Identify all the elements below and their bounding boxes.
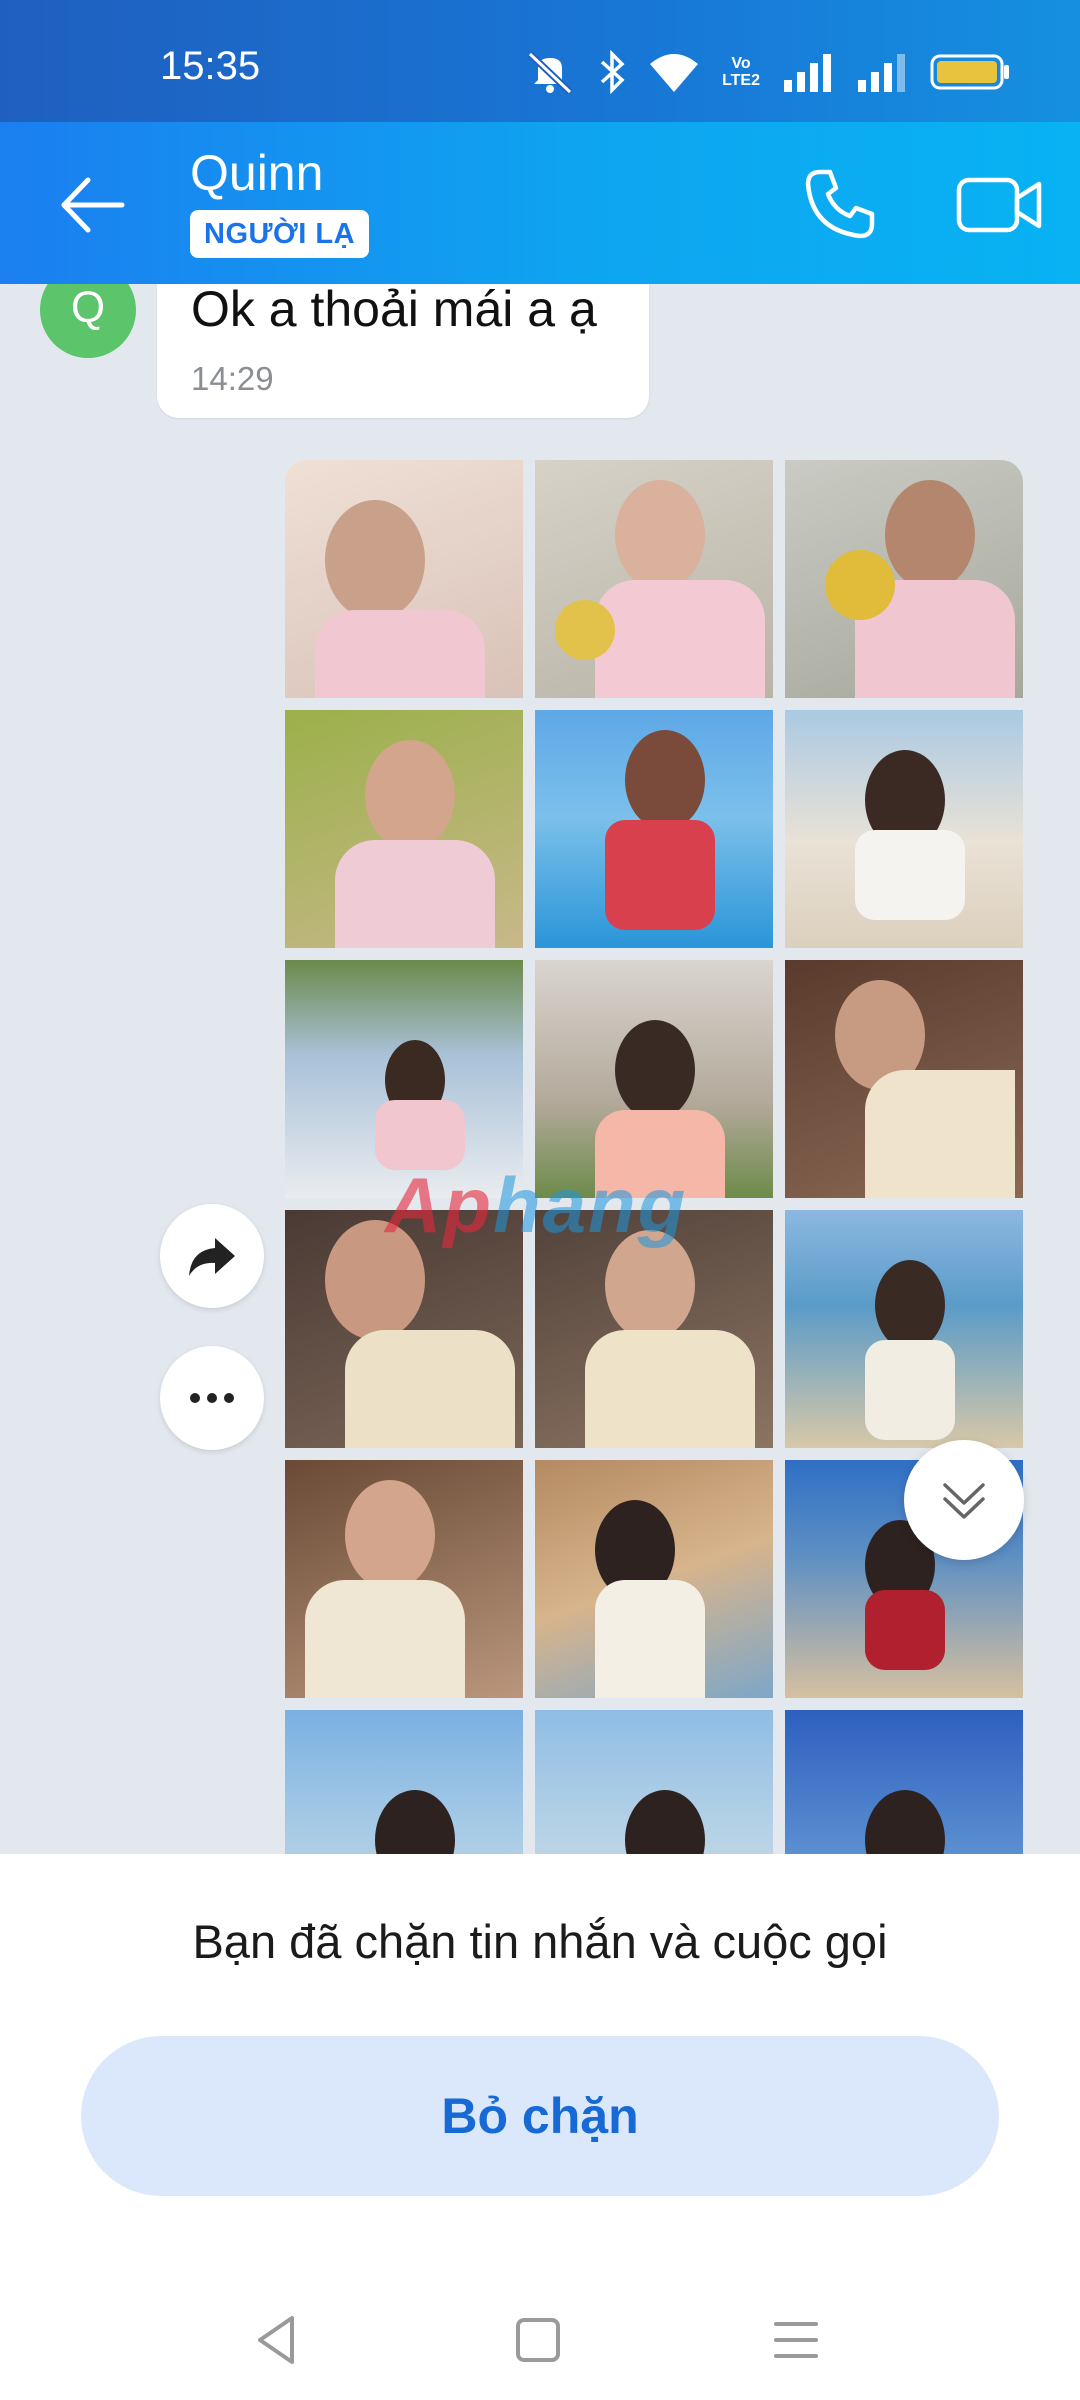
status-bar: 15:35 Vo LTE2 [0,0,1080,122]
unblock-button[interactable]: Bỏ chặn [81,2036,999,2196]
photo-thumbnail[interactable] [785,460,1023,698]
volte-label-bottom: LTE2 [722,72,760,89]
nav-back-button[interactable] [250,2310,310,2370]
status-time: 15:35 [160,44,261,88]
message-text: Ok a thoải mái a ạ [191,284,597,337]
photo-thumbnail[interactable] [785,960,1023,1198]
status-icons: Vo LTE2 [524,44,1010,100]
watermark-part-2: hang [492,1161,688,1249]
mute-icon [527,51,573,94]
message-bubble[interactable]: Ok a thoải mái a ạ 14:29 [157,284,649,418]
photo-thumbnail[interactable] [285,1460,523,1698]
photo-thumbnail[interactable] [785,1210,1023,1448]
photo-thumbnail[interactable] [535,460,773,698]
photo-thumbnail[interactable] [285,710,523,948]
phone-icon [805,169,875,239]
nav-home-icon [516,2318,560,2362]
video-call-icon [956,177,1042,233]
video-call-button[interactable] [955,170,1045,240]
watermark: Aphang [385,1160,687,1251]
photo-thumbnail[interactable] [285,1710,523,1854]
contact-name[interactable]: Quinn [190,144,323,202]
signal-2-icon [858,54,905,92]
chat-header: Quinn NGƯỜI LẠ [0,122,1080,284]
blocked-message: Bạn đã chặn tin nhắn và cuộc gọi [192,1915,888,1968]
photo-thumbnail[interactable] [535,1460,773,1698]
voice-call-button[interactable] [800,164,880,244]
photo-thumbnail[interactable] [285,460,523,698]
back-arrow-icon [61,177,125,233]
photo-thumbnail[interactable] [785,710,1023,948]
nav-back-icon [258,2316,294,2364]
photo-thumbnail[interactable] [535,1710,773,1854]
watermark-part-1: Ap [385,1161,493,1249]
nav-home-button[interactable] [508,2310,568,2370]
photo-thumbnail[interactable] [785,1710,1023,1854]
battery-icon [930,54,1009,90]
chat-area[interactable]: Q Ok a thoải mái a ạ 14:29 Aphang [0,284,1080,1854]
nav-recents-icon [774,2322,818,2358]
forward-button[interactable] [160,1204,264,1308]
signal-1-icon [784,54,831,92]
scroll-down-icon [943,1483,985,1519]
message-time: 14:29 [191,360,274,397]
volte-label-top: Vo [731,55,751,72]
avatar[interactable]: Q [40,284,136,358]
bluetooth-icon [600,50,625,94]
nav-recents-button[interactable] [766,2310,826,2370]
more-options-button[interactable] [160,1346,264,1450]
photo-thumbnail[interactable] [535,710,773,948]
wifi-icon [650,54,699,92]
share-forward-icon [189,1238,235,1276]
more-options-icon [190,1393,234,1403]
system-nav-bar [0,2274,1080,2400]
stranger-badge: NGƯỜI LẠ [190,210,370,258]
back-button[interactable] [56,170,136,240]
volte-icon: Vo LTE2 [722,55,760,89]
scroll-down-button[interactable] [904,1440,1024,1560]
blocked-panel: Bạn đã chặn tin nhắn và cuộc gọi Bỏ chặn [0,1854,1080,2400]
